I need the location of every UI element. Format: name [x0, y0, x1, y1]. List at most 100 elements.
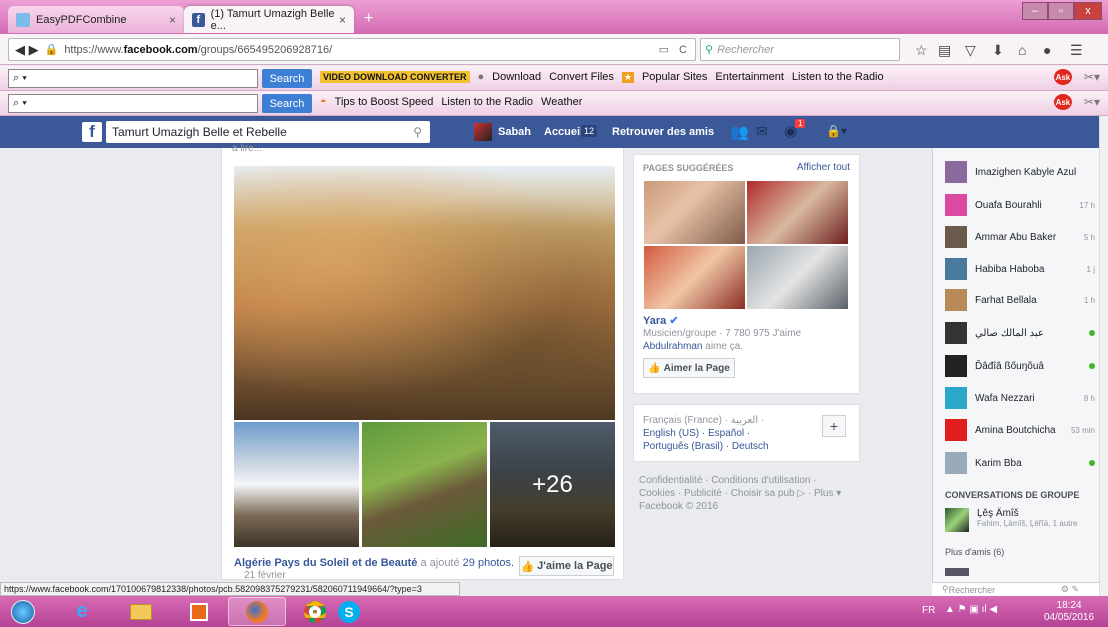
post-date[interactable]: 21 février: [244, 570, 286, 581]
minimize-button[interactable]: –: [1022, 2, 1048, 20]
profile-link[interactable]: Sabah: [498, 126, 531, 138]
close-tab-icon[interactable]: ×: [339, 13, 346, 27]
close-window-button[interactable]: x: [1074, 2, 1102, 20]
reader-icon[interactable]: ▭: [659, 43, 669, 56]
clock[interactable]: 18:24 04/05/2016: [1044, 600, 1094, 624]
home-link[interactable]: Accueil: [544, 126, 583, 138]
chat-contact[interactable]: عبد المالك صالي: [945, 321, 1095, 345]
like-suggested-page-button[interactable]: 👍 Aimer la Page: [643, 358, 735, 378]
tab-facebook-group[interactable]: f (1) Tamurt Umazigh Belle e... ×: [184, 6, 354, 33]
start-button[interactable]: [6, 597, 40, 626]
profile-avatar[interactable]: [474, 123, 492, 141]
toolbar-link-popular[interactable]: Popular Sites: [642, 71, 707, 83]
ask-logo-icon[interactable]: Ask: [1053, 69, 1072, 85]
chat-contact[interactable]: Ďâđîâ ßőuŋõuâ: [945, 354, 1095, 378]
friend-likes-suffix: aime ça.: [702, 341, 744, 352]
facebook-search-input[interactable]: Tamurt Umazigh Belle et Rebelle ⚲: [106, 121, 430, 143]
pocket-icon[interactable]: ▽: [965, 42, 976, 59]
chat-icon[interactable]: ●: [1043, 42, 1051, 58]
yara-photo-4[interactable]: [747, 246, 848, 309]
chat-contact[interactable]: Ammar Abu Baker 5 h: [945, 225, 1095, 249]
close-tab-icon[interactable]: ×: [169, 13, 176, 27]
group-conversation-item[interactable]: Ļěş Ämîš Fahim, Ļämîš, Ļéřîä, 1 autre: [945, 508, 1095, 538]
tab-easypdfcombine[interactable]: EasyPDFCombine ×: [8, 6, 184, 33]
taskbar-firefox[interactable]: [228, 597, 286, 626]
toolbar-search-input[interactable]: ⌕ ▾: [8, 94, 258, 113]
input-language[interactable]: FR: [922, 605, 935, 616]
toolbar-link-radio[interactable]: Listen to the Radio: [441, 96, 533, 108]
bookmarks-list-icon[interactable]: ▤: [938, 42, 951, 59]
footer-line-2[interactable]: Cookies · Publicité · Choisir sa pub ▷ ·…: [639, 487, 841, 500]
toolbar-search-button[interactable]: Search: [262, 94, 312, 113]
like-page-button[interactable]: 👍 J'aime la Page: [519, 556, 614, 576]
chat-search-input[interactable]: ⚲ Rechercher ⚙ ✎: [932, 582, 1099, 596]
friend-link[interactable]: Abdulrahman: [643, 341, 702, 352]
more-photos-count: +26: [490, 422, 615, 547]
chat-contact[interactable]: Habiba Haboba 1 j: [945, 257, 1095, 281]
page-scrollbar[interactable]: [1099, 116, 1108, 596]
see-all-link[interactable]: Afficher tout: [797, 162, 850, 173]
messages-icon[interactable]: ✉: [756, 123, 768, 140]
yara-photo-2[interactable]: [747, 181, 848, 244]
toolbar-link-boost[interactable]: Tips to Boost Speed: [335, 96, 434, 108]
url-bar[interactable]: ◀ ▶ 🔒 https://www. facebook.com/groups/66…: [8, 38, 696, 61]
taskbar-media[interactable]: [170, 597, 228, 626]
add-language-button[interactable]: +: [822, 415, 846, 437]
new-tab-button[interactable]: +: [364, 10, 373, 28]
find-friends-link[interactable]: Retrouver des amis: [612, 126, 714, 138]
page-link[interactable]: Algérie Pays du Soleil et de Beauté: [234, 557, 417, 569]
chat-contact[interactable]: Ouafa Bourahli 17 h: [945, 193, 1095, 217]
language-links-2[interactable]: Português (Brasil) · Deutsch: [643, 441, 769, 452]
menu-icon[interactable]: ☰: [1070, 42, 1083, 59]
more-photos-tile[interactable]: +26: [490, 422, 615, 547]
taskbar-skype[interactable]: S: [320, 597, 378, 626]
chat-settings-icon[interactable]: ⚙ ✎: [1061, 584, 1079, 595]
reload-icon[interactable]: C: [679, 44, 687, 56]
language-links-1[interactable]: English (US) · Español ·: [643, 428, 750, 439]
yara-photo-1[interactable]: [644, 181, 745, 244]
footer-line-1[interactable]: Confidentialité · Conditions d'utilisati…: [639, 474, 841, 487]
chat-contact[interactable]: Amina Boutchicha 53 min: [945, 418, 1095, 442]
toolbar-link-weather[interactable]: Weather: [541, 96, 582, 108]
friend-requests-icon[interactable]: 👥: [730, 123, 749, 141]
privacy-menu-icon[interactable]: 🔒▾: [826, 124, 847, 138]
valley-photo[interactable]: [362, 422, 487, 547]
toolbar-link-radio[interactable]: Listen to the Radio: [792, 71, 884, 83]
toolbar-link-download[interactable]: Download: [492, 71, 541, 83]
toolbar-link-entertainment[interactable]: Entertainment: [715, 71, 783, 83]
last-active-time: 1 j: [1086, 264, 1095, 274]
search-icon[interactable]: ⚲: [413, 125, 422, 139]
chat-contact[interactable]: Wafa Nezzari 8 h: [945, 386, 1095, 410]
toolbar-link-convert[interactable]: Convert Files: [549, 71, 614, 83]
browser-search-box[interactable]: ⚲ Rechercher: [700, 38, 900, 61]
bookmark-star-icon[interactable]: ☆: [915, 42, 928, 59]
chat-contact[interactable]: Imazighen Kabyle Azul: [945, 160, 1095, 184]
photos-link[interactable]: 29 photos.: [463, 557, 514, 569]
taskbar-explorer[interactable]: [112, 597, 170, 626]
last-active-time: 8 h: [1083, 393, 1095, 403]
more-friends-header[interactable]: Plus d'amis (6): [945, 547, 1004, 557]
contact-name: Ďâđîâ ßőuŋõuâ: [975, 360, 1044, 372]
chat-contact[interactable]: Karim Bba: [945, 451, 1095, 475]
settings-icon[interactable]: ✂▾: [1084, 70, 1100, 84]
back-forward-icon[interactable]: ◀ ▶: [9, 42, 45, 58]
facebook-logo[interactable]: f: [82, 122, 102, 142]
taskbar-ie[interactable]: e: [53, 597, 111, 626]
video-converter-logo[interactable]: VIDEO DOWNLOAD CONVERTER: [320, 71, 470, 83]
suggested-page-name[interactable]: Yara ✔: [643, 314, 679, 327]
clock-time: 18:24: [1056, 600, 1082, 611]
settings-icon[interactable]: ✂▾: [1084, 95, 1100, 109]
download-icon[interactable]: ⬇: [992, 42, 1004, 59]
toolbar-search-input[interactable]: ⌕ ▾: [8, 69, 258, 88]
tray-icons[interactable]: ▲ ⚑ ▣ ıl ◀: [945, 604, 997, 615]
maximize-button[interactable]: ▫: [1048, 2, 1074, 20]
chat-contact[interactable]: Farhat Bellala 1 h: [945, 288, 1095, 312]
toolbar-search-button[interactable]: Search: [262, 69, 312, 88]
main-photo[interactable]: [234, 166, 615, 420]
home-icon[interactable]: ⌂: [1018, 42, 1026, 58]
contact-name: Farhat Bellala: [975, 294, 1037, 306]
ask-logo-icon[interactable]: Ask: [1053, 94, 1072, 110]
mountain-photo[interactable]: [234, 422, 359, 547]
yara-photo-3[interactable]: [644, 246, 745, 309]
current-language[interactable]: Français (France) · العربية ·: [643, 415, 764, 426]
